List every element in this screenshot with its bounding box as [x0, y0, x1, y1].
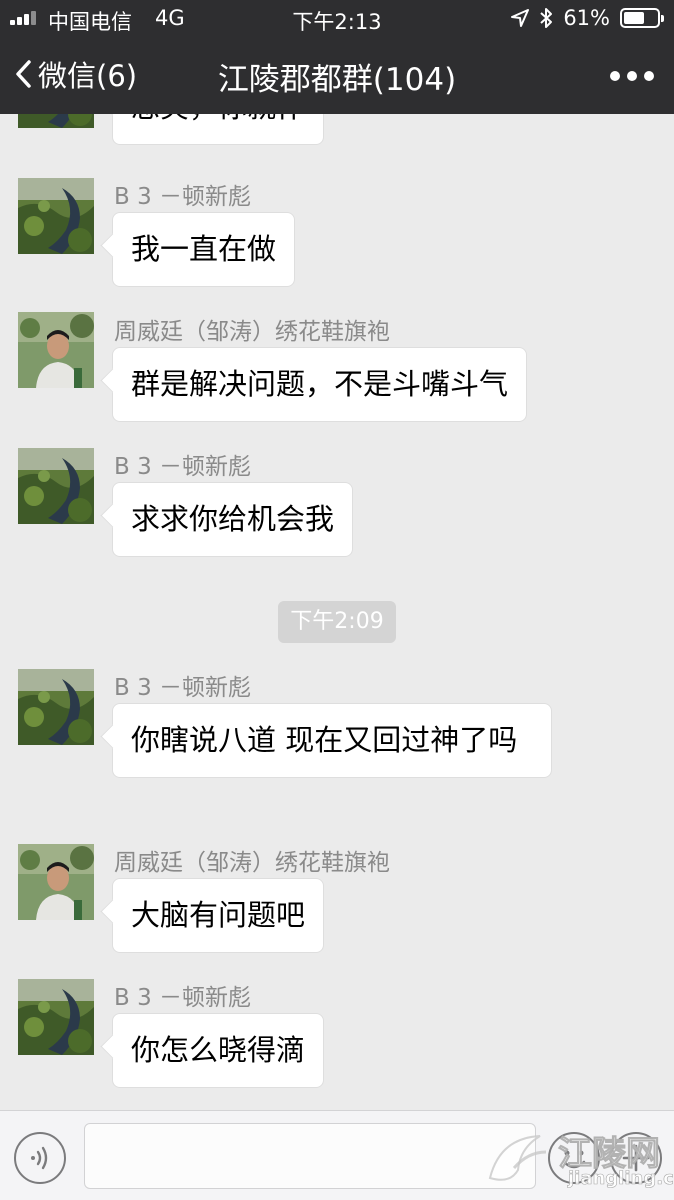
sender-name: 周威廷（邹涛）绣花鞋旗袍: [114, 850, 390, 876]
sender-name: B 3 －顿新彪: [114, 675, 252, 701]
voice-wave-icon: [31, 1146, 48, 1170]
message-bubble[interactable]: 求求你给机会我: [112, 482, 354, 557]
status-bar: 中国电信 4G 下午2:13 61%: [0, 0, 674, 36]
avatar[interactable]: [18, 844, 94, 920]
battery-icon: [620, 8, 664, 28]
avatar[interactable]: [18, 669, 94, 745]
message-bubble[interactable]: 想笑，你就作: [112, 114, 325, 145]
battery-fill: [624, 12, 644, 24]
message-bubble[interactable]: 大脑有问题吧: [112, 878, 325, 953]
navigation-bar: 微信(6) 江陵郡都群(104): [0, 36, 674, 114]
message-bubble[interactable]: 群是解决问题，不是斗嘴斗气: [112, 347, 528, 422]
location-icon: [511, 9, 530, 27]
input-bar: [0, 1110, 674, 1200]
more-dots-icon[interactable]: [610, 58, 654, 94]
message-input[interactable]: [84, 1123, 536, 1189]
emoji-icon[interactable]: [548, 1132, 600, 1184]
avatar[interactable]: [18, 448, 94, 524]
status-right: 61%: [511, 5, 664, 31]
message-bubble[interactable]: 我一直在做: [112, 212, 296, 287]
sender-name: 周威廷（邹涛）绣花鞋旗袍: [114, 319, 390, 345]
plus-sign-icon: [622, 1144, 650, 1172]
avatar[interactable]: [18, 312, 94, 388]
avatar[interactable]: [18, 178, 94, 254]
top-bar: 中国电信 4G 下午2:13 61% 微信(6) 江陵郡都群(104): [0, 0, 674, 114]
avatar[interactable]: [18, 979, 94, 1055]
smiley-face-icon: [562, 1150, 586, 1169]
sender-name: B 3 －顿新彪: [114, 985, 252, 1011]
sender-name: B 3 －顿新彪: [114, 184, 252, 210]
timestamp-divider: 下午2:09: [278, 601, 396, 643]
plus-icon[interactable]: [610, 1132, 662, 1184]
sender-name: B 3 －顿新彪: [114, 454, 252, 480]
voice-icon[interactable]: [14, 1132, 66, 1184]
avatar[interactable]: [18, 114, 94, 128]
message-bubble[interactable]: 你怎么晓得滴: [112, 1013, 325, 1088]
battery-percent: 61%: [563, 6, 610, 30]
bluetooth-icon: [540, 8, 553, 28]
chat-title: 江陵郡都群(104): [217, 62, 457, 98]
chat-area[interactable]: 想笑，你就作 B 3 －顿新彪 我一直在做 周威廷（邹涛）绣花鞋旗袍 群是解决问…: [0, 114, 674, 1110]
message-bubble[interactable]: 你瞎说八道 现在又回过神了吗: [112, 703, 552, 778]
